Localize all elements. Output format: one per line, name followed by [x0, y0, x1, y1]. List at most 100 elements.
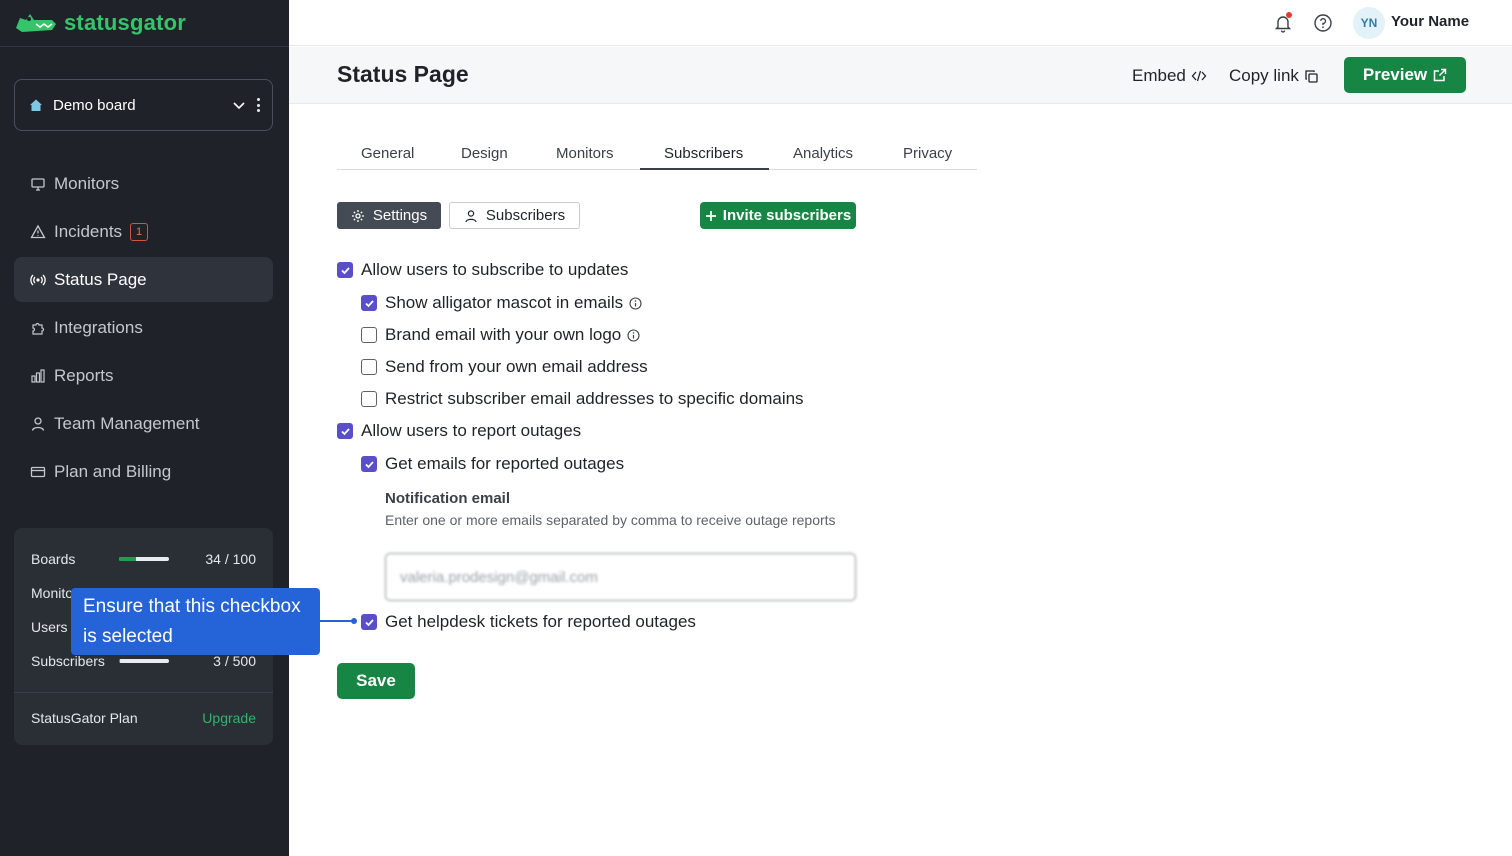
sidebar-item-label: Incidents	[54, 221, 123, 241]
topbar: YN Your Name	[289, 0, 1512, 46]
active-tab-indicator	[640, 168, 769, 170]
usage-row-boards: Boards 34 / 100	[31, 549, 256, 569]
sidebar: statusgator Demo board Monitors Incident…	[0, 0, 289, 856]
brand-name: statusgator	[64, 10, 186, 35]
board-selector[interactable]: Demo board	[14, 79, 273, 131]
warning-icon	[30, 224, 46, 238]
sidebar-nav: Monitors Incidents 1 Status Page Integra…	[14, 161, 273, 497]
sidebar-item-reports[interactable]: Reports	[14, 353, 273, 398]
tooltip-anchor-dot	[351, 618, 357, 624]
tooltip-connector	[320, 620, 354, 622]
tab-bar: General Design Monitors Subscribers Anal…	[337, 138, 977, 170]
check-icon	[340, 266, 350, 274]
check-icon	[340, 427, 350, 435]
sidebar-item-label: Team Management	[54, 413, 200, 433]
credit-card-icon	[30, 466, 46, 477]
check-icon	[364, 299, 374, 307]
option-mascot[interactable]: Show alligator mascot in emails	[361, 293, 642, 313]
tab-analytics[interactable]: Analytics	[793, 145, 853, 162]
notification-dot	[1286, 12, 1292, 18]
option-label: Allow users to report outages	[361, 421, 582, 440]
mascot-checkbox[interactable]	[361, 295, 377, 311]
sidebar-item-incidents[interactable]: Incidents 1	[14, 209, 273, 254]
option-helpdesk[interactable]: Get helpdesk tickets for reported outage…	[361, 612, 696, 632]
option-label: Brand email with your own logo	[385, 325, 622, 344]
broadcast-icon	[30, 274, 46, 285]
plus-icon	[705, 210, 716, 221]
allow-subscribe-checkbox[interactable]	[337, 262, 353, 278]
option-restrict-domains[interactable]: Restrict subscriber email addresses to s…	[361, 389, 804, 409]
notification-email-description: Enter one or more emails separated by co…	[385, 512, 836, 528]
restrict-domains-checkbox[interactable]	[361, 391, 377, 407]
allow-report-checkbox[interactable]	[337, 423, 353, 439]
copy-link-button[interactable]: Copy link	[1229, 66, 1318, 86]
info-icon[interactable]	[627, 328, 640, 342]
help-icon[interactable]	[1313, 13, 1333, 33]
puzzle-icon	[32, 322, 45, 335]
chevron-down-icon[interactable]	[232, 98, 246, 112]
more-vertical-icon[interactable]	[256, 98, 260, 112]
usage-label: Subscribers	[31, 653, 105, 669]
option-own-email[interactable]: Send from your own email address	[361, 357, 648, 377]
usage-value: 3 / 500	[213, 653, 256, 669]
copy-link-label: Copy link	[1229, 66, 1299, 85]
tab-general[interactable]: General	[361, 145, 414, 162]
brand-logo-checkbox[interactable]	[361, 327, 377, 343]
sidebar-item-status-page[interactable]: Status Page	[14, 257, 273, 302]
upgrade-link[interactable]: Upgrade	[202, 710, 256, 726]
option-label: Send from your own email address	[385, 357, 648, 376]
divider	[0, 46, 289, 47]
board-name: Demo board	[53, 96, 136, 114]
settings-toggle-button[interactable]: Settings	[337, 202, 441, 229]
get-emails-checkbox[interactable]	[361, 456, 377, 472]
page-header: Status Page Embed Copy link Preview	[289, 47, 1512, 104]
sidebar-item-integrations[interactable]: Integrations	[14, 305, 273, 350]
usage-label: Boards	[31, 551, 76, 567]
sidebar-item-label: Plan and Billing	[54, 461, 172, 481]
preview-button[interactable]: Preview	[1344, 57, 1466, 93]
invite-subscribers-button[interactable]: Invite subscribers	[700, 202, 856, 229]
save-button[interactable]: Save	[337, 663, 415, 699]
gear-icon	[351, 209, 364, 222]
incident-count-badge: 1	[130, 222, 149, 241]
page-title: Status Page	[337, 61, 469, 87]
notification-email-title: Notification email	[385, 490, 511, 507]
tab-monitors[interactable]: Monitors	[556, 145, 614, 162]
option-label: Allow users to subscribe to updates	[361, 260, 629, 279]
sidebar-item-monitors[interactable]: Monitors	[14, 161, 273, 206]
check-icon	[364, 460, 374, 468]
plan-name: StatusGator Plan	[31, 710, 138, 726]
divider	[14, 692, 273, 693]
alligator-logo-icon	[16, 14, 56, 32]
usage-value: 34 / 100	[205, 551, 256, 567]
sidebar-item-plan-and-billing[interactable]: Plan and Billing	[14, 449, 273, 494]
tab-design[interactable]: Design	[461, 145, 508, 162]
helpdesk-checkbox[interactable]	[361, 614, 377, 630]
copy-icon	[1305, 69, 1318, 83]
external-link-icon	[1433, 68, 1447, 82]
embed-label: Embed	[1132, 66, 1186, 85]
sidebar-item-label: Status Page	[54, 269, 147, 289]
tab-privacy[interactable]: Privacy	[903, 145, 952, 162]
notification-email-input[interactable]	[385, 553, 856, 601]
logo[interactable]: statusgator	[14, 8, 186, 38]
option-label: Get emails for reported outages	[385, 454, 625, 473]
tab-subscribers[interactable]: Subscribers	[664, 145, 743, 162]
option-get-emails[interactable]: Get emails for reported outages	[361, 454, 624, 474]
bar-chart-icon	[31, 368, 45, 383]
option-allow-subscribe[interactable]: Allow users to subscribe to updates	[337, 260, 628, 280]
option-label: Get helpdesk tickets for reported outage…	[385, 612, 696, 631]
info-icon[interactable]	[629, 296, 642, 310]
avatar[interactable]: YN	[1353, 7, 1385, 39]
invite-label: Invite subscribers	[722, 207, 852, 224]
settings-label: Settings	[372, 207, 428, 224]
user-name[interactable]: Your Name	[1391, 13, 1469, 30]
subscribers-toggle-button[interactable]: Subscribers	[449, 202, 580, 229]
sidebar-item-label: Monitors	[54, 173, 120, 193]
monitor-icon	[31, 177, 45, 191]
option-brand-logo[interactable]: Brand email with your own logo	[361, 325, 640, 345]
sidebar-item-team-management[interactable]: Team Management	[14, 401, 273, 446]
own-email-checkbox[interactable]	[361, 359, 377, 375]
option-allow-report[interactable]: Allow users to report outages	[337, 421, 581, 441]
embed-button[interactable]: Embed	[1132, 66, 1207, 86]
